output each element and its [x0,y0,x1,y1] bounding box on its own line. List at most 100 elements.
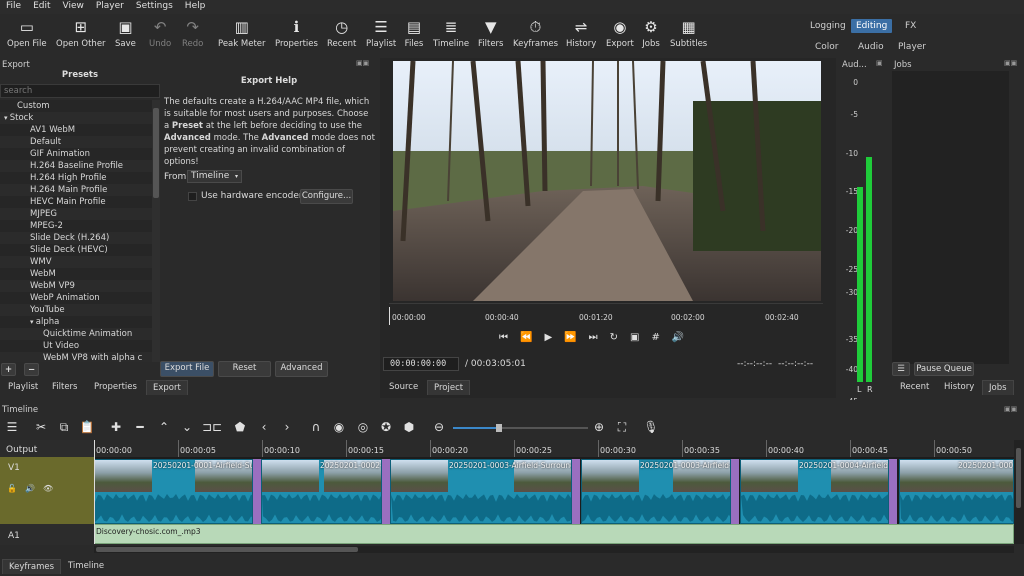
workspace-editing[interactable]: Editing [851,19,893,33]
zoom-slider[interactable] [453,424,588,432]
tab-filters[interactable]: Filters [46,380,83,394]
recent-button[interactable]: ◷ Recent [327,18,356,49]
play-icon[interactable]: ▶ [544,332,564,343]
workspace-player[interactable]: Player [893,40,931,54]
track-header-a1[interactable]: A1 [0,524,94,545]
paste-icon[interactable]: 📋 [79,420,95,434]
properties-button[interactable]: ℹ Properties [275,18,318,49]
loop-icon[interactable]: ↻ [610,332,630,343]
preset-item[interactable]: Default [0,136,152,148]
files-button[interactable]: ▤ Files [404,18,424,49]
dock-float-icon[interactable]: ▣▣ [356,59,369,67]
filters-button[interactable]: ▼ Filters [478,18,503,49]
transition[interactable] [382,459,390,524]
preset-item[interactable]: ▾ alpha [0,316,152,328]
undo-button[interactable]: ↶ Undo [149,18,171,49]
from-select[interactable]: Timeline ▾ [187,170,242,183]
remove-preset-button[interactable]: − [24,363,39,376]
menu-view[interactable]: View [57,0,90,14]
zoom-icon[interactable]: ▣ [630,332,651,343]
rewind-icon[interactable]: ⏪ [520,332,544,343]
preset-item[interactable]: WebM VP8 with alpha c [0,352,152,362]
playlist-button[interactable]: ☰ Playlist [366,18,396,49]
preset-item[interactable]: Custom [0,100,152,112]
append-icon[interactable]: ✚ [108,420,124,434]
skip-previous-icon[interactable]: ⏮ [499,332,520,343]
playhead[interactable] [94,440,95,544]
tab-playlist[interactable]: Playlist [2,380,44,394]
zoom-out-icon[interactable]: ⊖ [431,420,447,434]
presets-search-input[interactable]: search [0,84,160,98]
tab-export[interactable]: Export [146,380,188,395]
save-button[interactable]: ▣ Save [115,18,136,49]
preset-item[interactable]: GIF Animation [0,148,152,160]
transition[interactable] [572,459,580,524]
grid-icon[interactable]: # [651,332,671,343]
subtitles-button[interactable]: ▦ Subtitles [670,18,707,49]
tab-keyframes[interactable]: Keyframes [2,559,62,574]
reset-button[interactable]: Reset [218,361,271,377]
overwrite-icon[interactable]: ⌄ [179,420,195,434]
scrub-icon[interactable]: ◉ [331,420,347,434]
preset-item[interactable]: Slide Deck (H.264) [0,232,152,244]
preset-item[interactable]: Slide Deck (HEVC) [0,244,152,256]
tab-properties[interactable]: Properties [88,380,143,394]
menu-file[interactable]: File [0,0,27,14]
menu-edit[interactable]: Edit [27,0,56,14]
redo-button[interactable]: ↷ Redo [182,18,203,49]
presets-list[interactable]: Custom ▾ Stock AV1 WebM Default GIF Animatio… [0,100,152,362]
preset-item[interactable]: H.264 High Profile [0,172,152,184]
configure-button[interactable]: Configure... [300,189,353,204]
preset-item[interactable]: WebM VP9 [0,280,152,292]
tab-jobs[interactable]: Jobs [982,380,1014,395]
video-clip[interactable]: 20250201-0002-Ai [261,459,382,524]
player-ruler[interactable]: 00:00:00 00:00:40 00:01:20 00:02:00 00:0… [389,303,823,327]
transition[interactable] [889,459,897,524]
workspace-audio[interactable]: Audio [853,40,889,54]
transition[interactable] [731,459,739,524]
split-icon[interactable]: ⊐⊏ [202,420,222,434]
preset-item[interactable]: YouTube [0,304,152,316]
snap-icon[interactable]: ∩ [308,420,324,434]
menu-help[interactable]: Help [179,0,212,14]
video-clip[interactable]: 20250201-0004-Airfield-S [899,459,1014,524]
tab-recent[interactable]: Recent [894,380,935,394]
zoom-in-icon[interactable]: ⊕ [591,420,607,434]
preset-item[interactable]: H.264 Main Profile [0,184,152,196]
ripple-icon[interactable]: ◎ [355,420,371,434]
preset-item[interactable]: Ut Video [0,340,152,352]
workspace-logging[interactable]: Logging [805,19,851,33]
ripple-markers-icon[interactable]: ⬢ [401,420,417,434]
advanced-button[interactable]: Advanced [275,361,328,377]
open-file-button[interactable]: ▭ Open File [7,18,47,49]
timeline-ruler[interactable]: 00:00:00 00:00:05 00:00:10 00:00:15 00:00:20… [94,440,1014,457]
skip-next-icon[interactable]: ⏭ [589,332,610,343]
transition[interactable] [253,459,261,524]
timeline-vertical-scrollbar[interactable] [1014,440,1024,544]
workspace-fx[interactable]: FX [900,19,921,33]
audio-clip[interactable]: Discovery-chosic.com_.mp3 [94,524,1014,544]
preset-item[interactable]: AV1 WebM [0,124,152,136]
ripple-all-icon[interactable]: ✪ [378,420,394,434]
history-button[interactable]: ⇌ History [566,18,596,49]
marker-icon[interactable]: ⬟ [232,420,248,434]
export-button[interactable]: ◉ Export [606,18,634,49]
zoom-fit-icon[interactable]: ⛶ [614,420,630,435]
pause-queue-button[interactable]: Pause Queue [914,362,974,376]
presets-scrollbar[interactable] [152,100,160,362]
preset-item[interactable]: H.264 Baseline Profile [0,160,152,172]
menu-player[interactable]: Player [90,0,130,14]
timeline-menu-icon[interactable]: ☰ [4,420,20,434]
open-other-button[interactable]: ⊞ Open Other [56,18,106,49]
preset-item[interactable]: MJPEG [0,208,152,220]
remove-icon[interactable]: ━ [132,420,148,434]
add-preset-button[interactable]: + [1,363,16,376]
video-clip[interactable]: 20250201-0001-Airfield-Surro [94,459,253,524]
video-clip[interactable]: 20250201-0003-Airfield-Sur [581,459,731,524]
tab-timeline[interactable]: Timeline [62,559,110,573]
jobs-button[interactable]: ⚙ Jobs [641,18,661,49]
preset-item[interactable]: ▾ Stock [0,112,152,124]
timeline-horizontal-scrollbar[interactable] [94,546,1014,553]
preset-item[interactable]: WMV [0,256,152,268]
preset-item[interactable]: MPEG-2 [0,220,152,232]
